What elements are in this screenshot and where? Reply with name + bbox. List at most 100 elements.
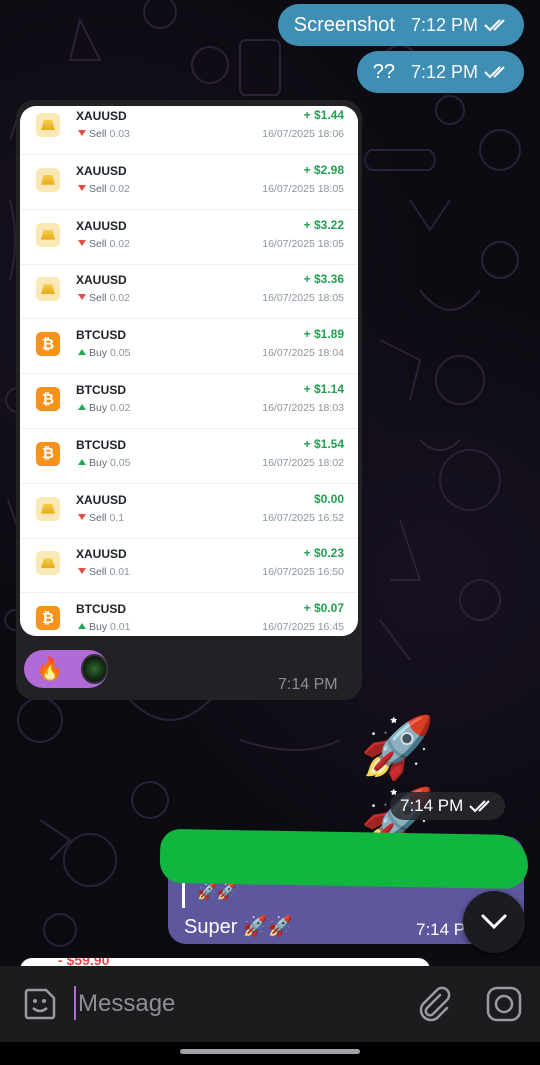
trade-row: ₿ BTCUSD Buy 0.01 + $0.07 16/07/2025 16:45 xyxy=(20,593,358,636)
trade-volume: 0.05 xyxy=(110,347,131,360)
trade-symbol: XAUUSD xyxy=(76,109,127,123)
message-time: 7:14 PM xyxy=(400,796,464,815)
trade-side: Sell 0.02 xyxy=(78,292,130,304)
bitcoin-icon: ₿ xyxy=(36,332,60,357)
trade-row: XAUUSD Sell 0.03 + $1.44 16/07/2025 18:06 xyxy=(20,106,358,155)
trade-profit: + $0.23 xyxy=(303,546,344,561)
trade-profit: + $0.07 xyxy=(303,601,344,616)
paperclip-icon[interactable] xyxy=(414,985,452,1023)
trade-side: Buy 0.02 xyxy=(78,402,130,414)
message-composer xyxy=(0,966,540,1042)
bitcoin-icon: ₿ xyxy=(36,387,60,411)
gold-bar-icon xyxy=(36,222,60,247)
trade-datetime: 16/07/2025 16:52 xyxy=(262,511,344,524)
double-check-icon xyxy=(484,19,505,32)
message-question[interactable]: ?? 7:12 PM xyxy=(356,51,524,93)
gold-bar-icon xyxy=(36,551,60,576)
arrow-down-icon xyxy=(78,294,86,301)
trade-side: Sell 0.02 xyxy=(78,183,130,195)
trade-profit: + $3.22 xyxy=(303,217,344,232)
trade-volume: 0.1 xyxy=(109,511,125,524)
message-time: 7:12 PM xyxy=(410,61,478,82)
trade-symbol: XAUUSD xyxy=(76,163,127,178)
bitcoin-icon: ₿ xyxy=(36,606,60,631)
trade-datetime: 16/07/2025 18:06 xyxy=(262,128,344,140)
reactor-avatar xyxy=(81,654,108,684)
trade-symbol: BTCUSD xyxy=(76,328,126,343)
trade-side: Buy 0.05 xyxy=(78,457,130,469)
green-scribble-redaction xyxy=(159,828,529,890)
trade-row: XAUUSD Sell 0.02 + $3.36 16/07/2025 18:05 xyxy=(20,264,358,320)
fire-reaction[interactable]: 🔥 xyxy=(36,656,63,682)
double-check-icon xyxy=(484,66,505,79)
message-input[interactable] xyxy=(78,984,378,1024)
trade-datetime: 16/07/2025 18:04 xyxy=(262,347,344,360)
trade-profit: + $1.44 xyxy=(303,108,344,122)
trade-side: Sell 0.02 xyxy=(78,238,130,250)
gold-bar-icon xyxy=(36,496,60,521)
rocket-message-time: 7:14 PM xyxy=(390,792,506,820)
trade-row: XAUUSD Sell 0.02 + $2.98 16/07/2025 18:05 xyxy=(20,155,358,210)
arrow-up-icon xyxy=(78,623,86,630)
arrow-up-icon xyxy=(78,404,86,410)
text-caret xyxy=(74,986,76,1020)
trade-side: Sell 0.1 xyxy=(78,512,124,524)
camera-icon[interactable] xyxy=(485,985,523,1023)
gold-bar-icon xyxy=(36,113,60,137)
trade-row: XAUUSD Sell 0.02 + $3.22 16/07/2025 18:05 xyxy=(20,210,358,265)
trade-volume: 0.02 xyxy=(109,292,130,305)
gold-bar-icon xyxy=(36,167,60,192)
trade-row: XAUUSD Sell 0.01 + $0.23 16/07/2025 16:50 xyxy=(20,538,358,594)
reaction-bar[interactable]: 🔥 xyxy=(24,650,108,688)
trade-side: Sell 0.03 xyxy=(78,128,130,140)
trade-volume: 0.02 xyxy=(109,182,130,195)
home-gesture-handle[interactable] xyxy=(180,1049,360,1054)
rocket-emoji-message[interactable]: 🚀🚀 xyxy=(360,712,516,853)
trade-datetime: 16/07/2025 16:45 xyxy=(262,621,344,634)
message-time: 7:12 PM xyxy=(410,14,478,35)
trade-side: Buy 0.01 xyxy=(78,621,130,633)
trade-side: Buy 0.05 xyxy=(78,347,130,359)
arrow-up-icon xyxy=(78,349,86,356)
trade-history-image[interactable]: XAUUSD Sell 0.03 + $1.44 16/07/2025 18:06 XA… xyxy=(20,106,358,636)
trade-row: ₿ BTCUSD Buy 0.05 + $1.89 16/07/2025 18:04 xyxy=(20,319,358,375)
trade-datetime: 16/07/2025 16:50 xyxy=(262,566,344,579)
trade-symbol: XAUUSD xyxy=(76,218,127,233)
message-text: Super 🚀🚀 xyxy=(184,916,293,938)
arrow-up-icon xyxy=(78,458,86,465)
trade-volume: 0.01 xyxy=(110,621,131,634)
chevron-down-icon xyxy=(481,914,507,930)
trade-side: Sell 0.01 xyxy=(78,566,130,578)
trade-datetime: 16/07/2025 18:03 xyxy=(262,402,344,414)
trade-datetime: 16/07/2025 18:05 xyxy=(262,237,344,250)
message-time: 7:14 P xyxy=(416,920,466,939)
trade-profit: + $3.36 xyxy=(303,272,344,287)
trade-symbol: BTCUSD xyxy=(76,437,126,452)
trade-datetime: 16/07/2025 18:05 xyxy=(262,182,344,195)
trade-profit: + $1.14 xyxy=(303,382,344,396)
trade-symbol: BTCUSD xyxy=(76,602,126,617)
trade-volume: 0.02 xyxy=(110,402,131,414)
trade-datetime: 16/07/2025 18:02 xyxy=(262,456,344,469)
quote-text: 🚀🚀 xyxy=(197,884,237,901)
trade-volume: 0.03 xyxy=(109,128,130,140)
incoming-image-message[interactable]: XAUUSD Sell 0.03 + $1.44 16/07/2025 18:06 XA… xyxy=(16,100,362,700)
gold-bar-icon xyxy=(36,277,60,302)
message-text: Screenshot xyxy=(293,13,395,36)
scroll-to-bottom-button[interactable] xyxy=(463,891,525,953)
trade-profit: + $1.54 xyxy=(303,436,344,451)
trade-symbol: XAUUSD xyxy=(76,492,127,507)
trade-volume: 0.02 xyxy=(109,237,130,250)
bitcoin-icon: ₿ xyxy=(36,441,60,466)
trade-symbol: XAUUSD xyxy=(76,273,127,288)
message-text: ?? xyxy=(372,60,395,83)
trade-datetime: 16/07/2025 18:05 xyxy=(262,292,344,305)
arrow-down-icon xyxy=(78,568,86,575)
trade-symbol: BTCUSD xyxy=(76,383,126,397)
arrow-down-icon xyxy=(78,239,86,246)
arrow-down-icon xyxy=(78,130,86,136)
message-time: 7:14 PM xyxy=(278,676,338,693)
sticker-emoji-icon[interactable] xyxy=(22,986,58,1022)
trade-volume: 0.05 xyxy=(110,456,131,469)
message-screenshot[interactable]: Screenshot 7:12 PM xyxy=(277,4,524,46)
